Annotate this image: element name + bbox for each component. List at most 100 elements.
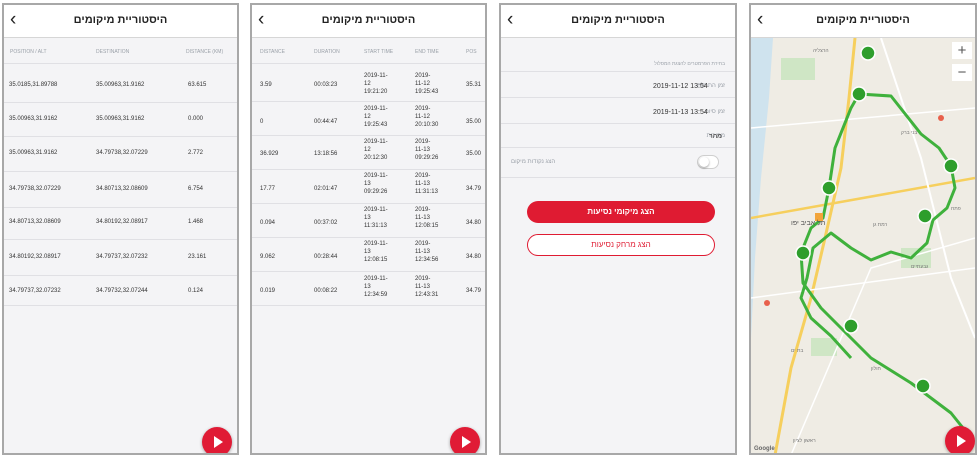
- cell-start-day: 13: [364, 215, 371, 221]
- cell-end-time: 19:25:43: [415, 89, 439, 95]
- section-title: בחירת הפרמטרים להצגת המסלול: [654, 61, 725, 67]
- cell-end-year: 2019-: [415, 276, 431, 282]
- poi-icon: [764, 300, 770, 306]
- map-canvas: [751, 38, 975, 453]
- cell-distance: 3.59: [260, 82, 272, 88]
- screen-route-parameters: ‹ היסטוריית מיקומים בחירת הפרמטרים להצגת…: [499, 3, 737, 455]
- show-distance-button[interactable]: הצג מרחק נסיעות: [527, 234, 715, 256]
- divider: [501, 97, 735, 98]
- cell-distance: 6.754: [188, 186, 204, 192]
- cell-pos: 34.80: [466, 220, 482, 226]
- page-title: היסטוריית מיקומים: [321, 14, 416, 26]
- cell-pos: 34.79: [466, 186, 482, 192]
- cell-end-time: 09:29:26: [415, 155, 439, 161]
- cell-start-time: 12:08:15: [364, 257, 388, 263]
- cell-start-time: 19:25:43: [364, 122, 388, 128]
- toggle-knob: [699, 157, 709, 167]
- page-title: היסטוריית מיקומים: [73, 14, 168, 26]
- cell-end-time: 20:10:30: [415, 122, 439, 128]
- show-points-toggle[interactable]: [697, 155, 719, 169]
- cell-distance: 17.77: [260, 186, 276, 192]
- column-header-position: POSITION / ALT: [10, 49, 47, 55]
- cell-start-day: 13: [364, 249, 371, 255]
- play-icon: [214, 436, 223, 448]
- cell-duration: 00:08:22: [314, 288, 338, 294]
- cell-duration: 00:03:23: [314, 82, 338, 88]
- cell-pos: 35.00: [466, 151, 482, 157]
- cell-to: 34.80713,32.08609: [96, 186, 148, 192]
- cell-end-date: 11-12: [415, 81, 430, 87]
- play-icon: [462, 436, 471, 448]
- zoom-out-button[interactable]: −: [952, 64, 972, 81]
- cell-start-time: 20:12:30: [364, 155, 388, 161]
- map-label-tel-aviv: תל אביב יפו: [791, 220, 826, 227]
- divider: [4, 305, 237, 306]
- screen-distance-table: ‹ היסטוריית מיקומים POSITION / ALT DESTI…: [2, 3, 239, 455]
- map-label-givatayim: גבעתיים: [911, 264, 929, 270]
- cell-to: 34.80192,32.08917: [96, 219, 148, 225]
- divider: [252, 63, 485, 64]
- cell-to: 35.00963,31.9162: [96, 82, 145, 88]
- play-button[interactable]: [945, 426, 975, 453]
- page-title: היסטוריית מיקומים: [571, 14, 665, 26]
- cell-distance: 36.929: [260, 151, 279, 157]
- cell-duration: 02:01:47: [314, 186, 338, 192]
- cell-duration: 00:37:02: [314, 220, 338, 226]
- cell-from: 34.79738,32.07229: [9, 186, 61, 192]
- divider: [501, 71, 735, 72]
- screen-trip-table: ‹ היסטוריית מיקומים DISTANCE DURATION ST…: [250, 3, 487, 455]
- divider: [252, 101, 485, 102]
- cell-start-date: 2019-11-: [364, 241, 388, 247]
- street-road: [751, 267, 975, 299]
- play-button[interactable]: [202, 427, 232, 453]
- cell-distance: 23.161: [188, 254, 207, 260]
- show-locations-button[interactable]: הצג מיקומי נסיעות: [527, 201, 715, 223]
- map-label-herzliya: הרצליה: [813, 48, 829, 54]
- cell-distance: 1.468: [188, 219, 204, 225]
- cell-from: 35.00963,31.9162: [9, 150, 58, 156]
- play-button[interactable]: [450, 427, 480, 453]
- cell-from: 34.79737,32.07232: [9, 288, 61, 294]
- cell-to: 34.79738,32.07229: [96, 150, 148, 156]
- cell-start-date: 2019-11-: [364, 173, 388, 179]
- cell-start-date: 2019-11-: [364, 106, 388, 112]
- screen-route-map: ‹ היסטוריית מיקומים תל אביב יפו הרצליה ב…: [749, 3, 977, 455]
- cell-distance: 63.615: [188, 82, 207, 88]
- map-label-bnei-brak: בני ברק: [901, 130, 918, 136]
- location-pin-icon: [851, 86, 867, 102]
- divider: [4, 63, 237, 64]
- column-header-distance: DISTANCE (KM): [186, 49, 224, 55]
- cell-end-time: 11:31:13: [415, 189, 438, 195]
- cell-start-date: 2019-11-: [364, 73, 388, 79]
- cell-pos: 34.79: [466, 288, 482, 294]
- cell-end-time: 12:08:15: [415, 223, 439, 229]
- location-pin-icon: [915, 378, 931, 394]
- cell-end-year: 2019-: [415, 73, 431, 79]
- header-bar: ‹ היסטוריית מיקומים: [751, 5, 975, 38]
- header-bar: ‹ היסטוריית מיקומים: [501, 5, 735, 38]
- location-pin-icon: [860, 45, 876, 61]
- cell-end-year: 2019-: [415, 106, 431, 112]
- cell-duration: 00:28:44: [314, 254, 338, 260]
- divider: [4, 207, 237, 208]
- cell-end-date: 11-12: [415, 114, 430, 120]
- map-label-rishon: ראשון לציון: [793, 438, 816, 444]
- cell-duration: 00:44:47: [314, 119, 338, 125]
- zoom-in-button[interactable]: +: [952, 42, 972, 59]
- map-view[interactable]: תל אביב יפו הרצליה בני ברק פתח רמת גן גב…: [751, 38, 975, 453]
- cell-start-day: 13: [364, 284, 371, 290]
- start-time-value: 2019-11-12 13:54: [653, 83, 708, 90]
- cell-distance: 0: [260, 119, 264, 125]
- street-road: [880, 38, 975, 339]
- divider: [252, 169, 485, 170]
- cell-distance: 0.019: [260, 288, 276, 294]
- cell-end-year: 2019-: [415, 173, 431, 179]
- cell-duration: 13:18:56: [314, 151, 338, 157]
- cell-end-time: 12:34:56: [415, 257, 439, 263]
- sea-area: [751, 38, 773, 338]
- divider: [4, 239, 237, 240]
- speed-value: מהר: [709, 133, 722, 140]
- cell-distance: 2.772: [188, 150, 204, 156]
- cell-start-day: 12: [364, 114, 371, 120]
- location-pin-icon: [943, 158, 959, 174]
